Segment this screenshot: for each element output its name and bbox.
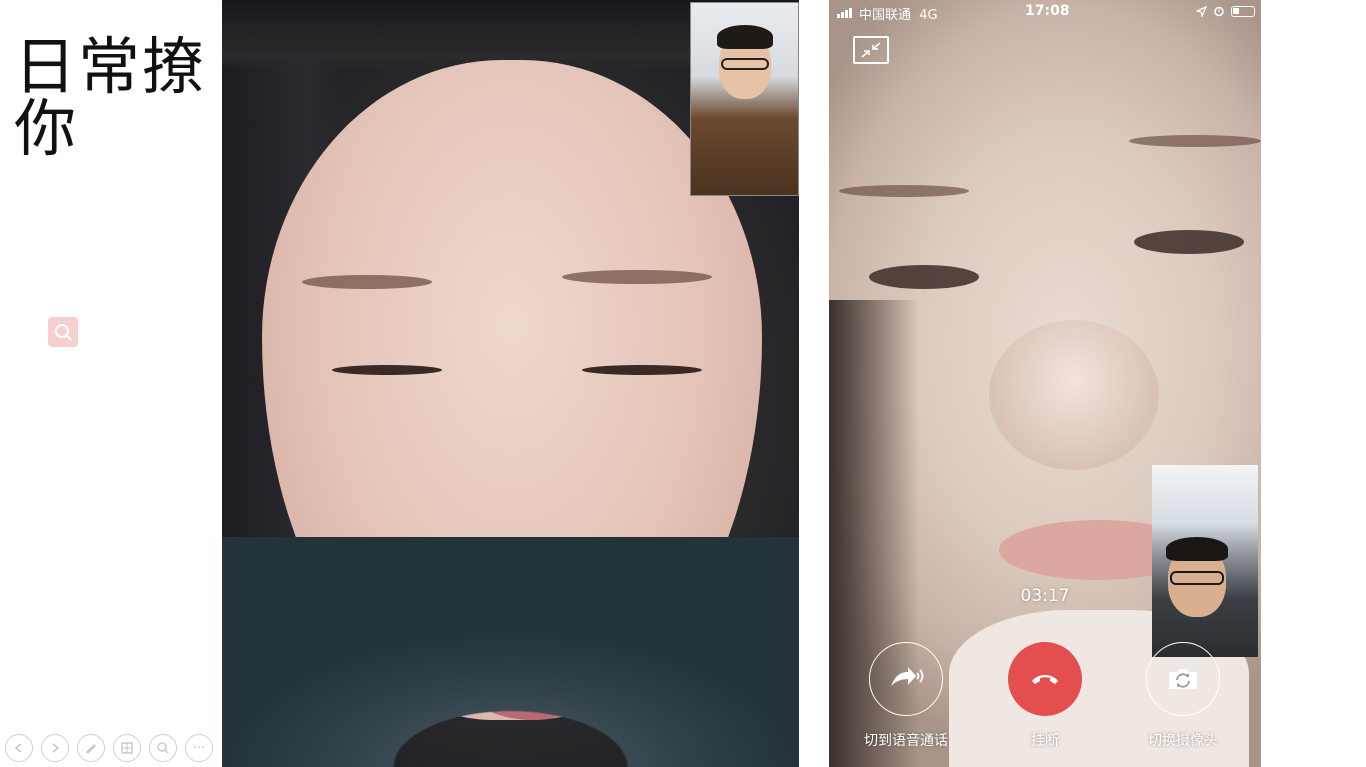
location-icon (1196, 5, 1207, 17)
pip-hair (717, 25, 773, 49)
switch-to-voice-button[interactable] (869, 642, 943, 716)
hang-up-control: 挂断 (975, 642, 1115, 750)
switch-camera-button[interactable] (1146, 642, 1220, 716)
hood-shape (222, 537, 799, 767)
pip-hair (1166, 537, 1228, 561)
next-arrow-icon (52, 743, 60, 753)
status-time: 17:08 (1025, 3, 1070, 19)
next-slide-button[interactable] (41, 734, 69, 762)
more-button[interactable]: ··· (185, 734, 213, 762)
phone-video-call-screen: 中国联通 4G 17:08 03:17 切到语音通话 挂断 切换摄像头 (829, 0, 1261, 767)
eye-left (332, 365, 442, 375)
slides-grid-button[interactable] (113, 734, 141, 762)
eye-right (582, 365, 702, 375)
switch-camera-control: 切换摄像头 (1113, 642, 1253, 750)
slide-title: 日常撩你 (14, 30, 207, 165)
phone-hangup-icon (1032, 675, 1058, 684)
switch-camera-label: 切换摄像头 (1148, 733, 1218, 749)
voice-call-icon (891, 667, 924, 686)
alarm-icon (1214, 6, 1224, 17)
eyebrow-right (1129, 135, 1261, 147)
pip-glasses (721, 58, 769, 70)
zoom-button[interactable] (149, 734, 177, 762)
prev-arrow-icon (14, 743, 22, 753)
presentation-toolbar: ··· (5, 734, 213, 764)
eye-right (1134, 230, 1244, 254)
search-icon (55, 324, 72, 341)
pen-button[interactable] (77, 734, 105, 762)
hang-up-label: 挂断 (1031, 733, 1059, 749)
slides-grid-icon (121, 742, 133, 754)
switch-to-voice-control: 切到语音通话 (836, 642, 976, 750)
hang-up-button[interactable] (1008, 642, 1082, 716)
zoom-icon (157, 742, 169, 754)
eyebrow-right (562, 270, 712, 284)
pip-self-view-left (690, 2, 799, 196)
prev-slide-button[interactable] (5, 734, 33, 762)
carrier-label: 中国联通 4G (859, 8, 938, 23)
pen-icon (86, 744, 96, 754)
battery-icon (1231, 5, 1255, 17)
search-button[interactable] (48, 317, 78, 347)
signal-icon (837, 8, 852, 18)
pip-self-view-right[interactable] (1152, 465, 1258, 657)
switch-to-voice-label: 切到语音通话 (864, 733, 948, 749)
minimize-window-button[interactable] (853, 36, 889, 64)
nose-shape (989, 320, 1159, 470)
switch-camera-icon (1169, 669, 1197, 689)
eyebrow-left (839, 185, 969, 197)
more-icon: ··· (192, 740, 206, 756)
eye-left (869, 265, 979, 289)
eyebrow-left (302, 275, 432, 289)
call-duration: 03:17 (1020, 586, 1070, 606)
network-label: 4G (919, 8, 938, 23)
minimize-arrows-icon (861, 42, 881, 58)
status-bar: 中国联通 4G 17:08 (829, 0, 1261, 24)
status-icons (1196, 5, 1255, 17)
pip-glasses (1170, 571, 1224, 585)
